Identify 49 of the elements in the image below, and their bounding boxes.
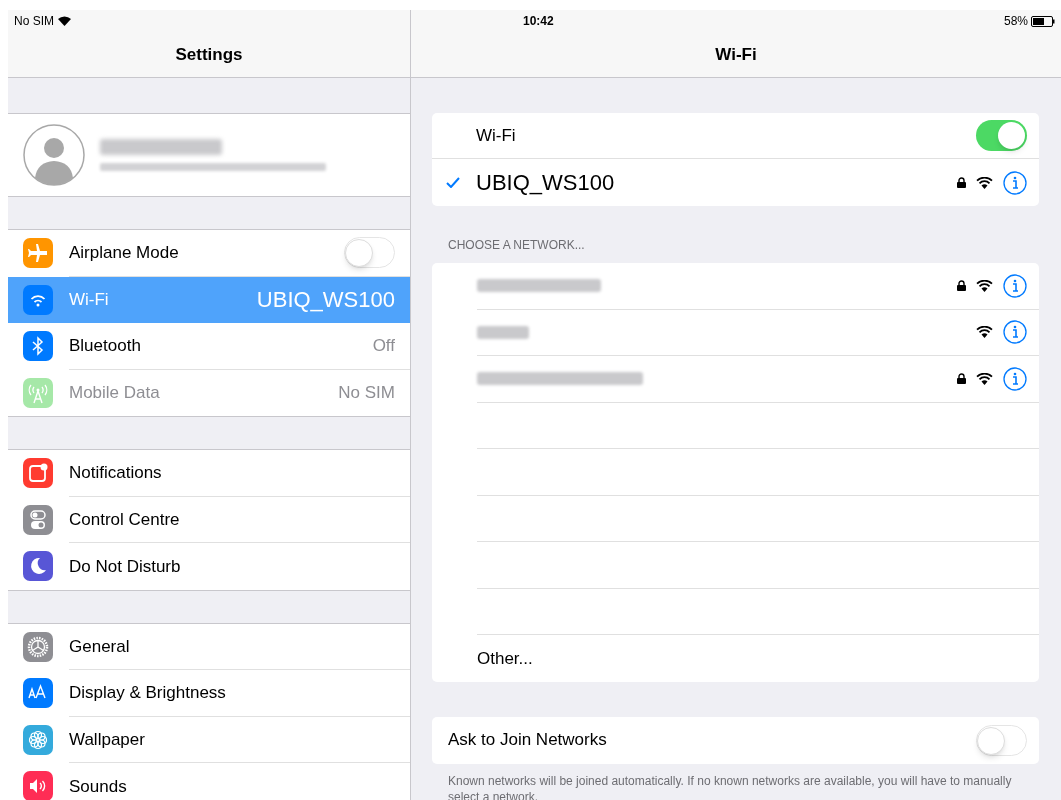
item-label: Bluetooth (69, 335, 142, 357)
item-label: Do Not Disturb (69, 555, 182, 578)
sidebar-title: Settings (175, 43, 243, 66)
wifi-signal-icon (976, 372, 993, 385)
section-header: CHOOSE A NETWORK... (447, 237, 585, 254)
info-icon[interactable] (1003, 273, 1027, 298)
item-value: UBIQ_WS100 (256, 286, 395, 315)
item-value: No SIM (338, 382, 395, 404)
carrier-text: No SIM (14, 13, 54, 30)
info-icon[interactable] (1003, 170, 1027, 195)
info-icon[interactable] (1003, 320, 1027, 345)
info-icon[interactable] (1003, 366, 1027, 391)
wifi-label: Wi-Fi (476, 124, 517, 147)
item-value: Off (372, 335, 395, 357)
toggle-switch[interactable] (344, 237, 395, 269)
other-network-link[interactable]: Other... (477, 645, 533, 671)
sidebar-item[interactable]: Airplane Mode (8, 230, 410, 277)
battery-icon (1031, 15, 1055, 27)
sidebar-item[interactable]: Bluetooth Off (8, 323, 410, 370)
sidebar-item[interactable]: Control Centre (8, 496, 410, 543)
avatar-icon (23, 124, 85, 186)
item-label: Notifications (69, 462, 163, 484)
sidebar-item[interactable]: General (8, 623, 410, 670)
battery-text: 58% (1003, 13, 1028, 30)
toggle-switch[interactable] (976, 724, 1027, 756)
network-name[interactable]: UBIQ_WS100 (476, 166, 957, 199)
footer-note: Known networks will be joined automatically. If no known networks are available, you will have to manually select a network. (447, 772, 1013, 800)
item-label: Airplane Mode (69, 242, 180, 264)
clock-text: 10:42 (523, 13, 554, 30)
profile-row[interactable] (8, 113, 410, 197)
wifi-icon (58, 16, 71, 26)
item-label: Wi-Fi (69, 289, 110, 311)
item-label: Wallpaper (69, 728, 146, 751)
sidebar-item[interactable]: Notifications (8, 450, 410, 497)
toggle-switch[interactable] (976, 120, 1027, 151)
sidebar-item[interactable]: Do Not Disturb (8, 543, 410, 590)
ask-join-label: Ask to Join Networks (448, 729, 608, 752)
sidebar-item[interactable]: Display & Brightness (8, 670, 410, 717)
item-label: Control Centre (69, 508, 181, 531)
item-label: Display & Brightness (69, 682, 227, 704)
wifi-signal-icon (976, 176, 993, 189)
sidebar-item[interactable]: Wallpaper (8, 716, 410, 763)
sidebar-item[interactable]: Sounds (8, 763, 410, 800)
wifi-signal-icon (976, 279, 993, 292)
item-label: General (69, 635, 131, 658)
page-title: Wi-Fi (715, 43, 757, 66)
item-label: Sounds (69, 775, 128, 798)
item-label: Mobile Data (69, 382, 161, 404)
wifi-signal-icon (976, 326, 993, 339)
